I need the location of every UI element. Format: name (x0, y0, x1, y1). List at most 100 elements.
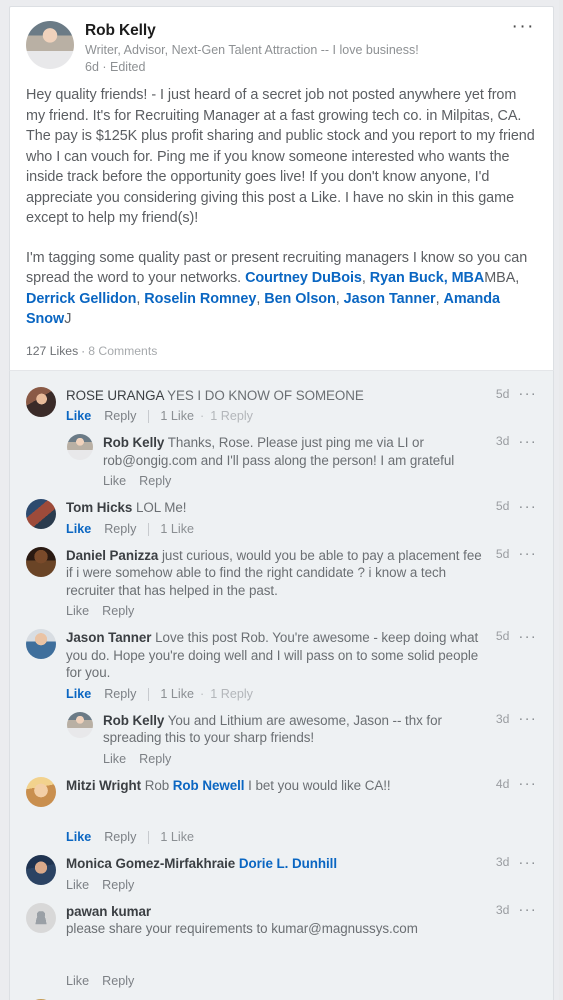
post-mention[interactable]: Jason Tanner (344, 291, 436, 307)
comment-reply-button[interactable]: Reply (139, 752, 171, 767)
post-mention[interactable]: Roselin Romney (144, 291, 256, 307)
comment-text-content: YES I DO KNOW OF SOMEONE (163, 387, 364, 403)
comment-like-count[interactable]: 1 Like (160, 830, 194, 845)
comment-more-options-button[interactable]: ··· (518, 711, 537, 726)
comment-like-button[interactable]: Like (66, 409, 91, 424)
comment-reply-button[interactable]: Reply (104, 830, 136, 845)
comment-text-content: LOL Me! (132, 500, 187, 515)
comment-text: Jason Tanner Love this post Rob. You're … (66, 629, 485, 682)
comment-text: Rob Kelly Thanks, Rose. Please just ping… (103, 434, 485, 469)
comment-like-button[interactable]: Like (103, 474, 126, 489)
comment-actions: Like Reply (66, 604, 485, 619)
comment-row: Chris Johnston I'm interestedLikeReply2d… (26, 993, 537, 1000)
comment-more-options-button[interactable]: ··· (518, 499, 537, 514)
comment-author-name[interactable]: Jason Tanner (66, 630, 152, 645)
linkedin-post-page: ··· Rob Kelly Writer, Advisor, Next-Gen … (0, 0, 563, 1000)
comment-text: Rob Kelly You and Lithium are awesome, J… (103, 712, 485, 747)
comment-meta: 3d ··· (495, 434, 537, 449)
comment-timestamp: 3d (495, 434, 510, 448)
comment-author-name[interactable]: Tom Hicks (66, 500, 132, 515)
page-scrollbar[interactable] (559, 0, 563, 1000)
comment-reply-button[interactable]: Reply (104, 522, 136, 537)
post-mention[interactable]: Derrick Gellidon (26, 291, 136, 307)
comment-like-button[interactable]: Like (103, 752, 126, 767)
comment-author-name[interactable]: pawan kumar (66, 904, 151, 919)
comment-text: Mitzi Wright Rob Rob Newell I bet you wo… (66, 777, 485, 795)
comment-author-avatar[interactable] (26, 902, 56, 933)
post-mention[interactable]: Courtney DuBois (245, 270, 362, 286)
comment-more-options-button[interactable]: ··· (518, 776, 537, 791)
comment-mention[interactable]: Rob Newell (173, 778, 245, 793)
comment-author-avatar[interactable] (26, 386, 56, 417)
comment-like-button[interactable]: Like (66, 687, 91, 702)
comment-reply-count[interactable]: 1 Reply (210, 409, 253, 424)
comment-like-button[interactable]: Like (66, 974, 89, 989)
comment-text: ROSE URANGA YES I DO KNOW OF SOMEONE (66, 387, 485, 405)
comment-author-avatar[interactable] (67, 434, 93, 460)
comment-like-count[interactable]: 1 Like (160, 687, 194, 702)
actions-divider (148, 522, 150, 536)
post-timestamp: 6d · Edited (85, 60, 146, 74)
comment-author-name[interactable]: Monica Gomez-Mirfakhraie (66, 856, 235, 871)
comment-actions: Like Reply 1 Like (66, 522, 485, 537)
comment-reply-button[interactable]: Reply (102, 974, 134, 989)
comment-like-button[interactable]: Like (66, 830, 91, 845)
comment-actions: Like Reply (103, 474, 485, 489)
comment-meta: 3d ··· (496, 902, 537, 917)
actions-dot: · (200, 409, 205, 423)
comment-reply-button[interactable]: Reply (102, 878, 134, 893)
comment-author-name[interactable]: Daniel Panizza (66, 548, 158, 563)
comment-reply-button[interactable]: Reply (139, 474, 171, 489)
comment-reply-button[interactable]: Reply (104, 687, 136, 702)
comment-author-avatar[interactable] (26, 855, 56, 885)
comment-author-avatar[interactable] (26, 776, 56, 807)
author-name[interactable]: Rob Kelly (85, 22, 537, 40)
comment-reply-button[interactable]: Reply (104, 409, 136, 424)
post-comments-count[interactable]: 8 Comments (88, 344, 157, 358)
comment-timestamp: 3d (495, 711, 510, 726)
comment-more-options-button[interactable]: ··· (518, 386, 537, 401)
comment-body: Mitzi Wright Rob Rob Newell I bet you wo… (66, 777, 537, 846)
post-mention[interactable]: Ryan Buck, MBA (370, 270, 485, 286)
post-header: Rob Kelly Writer, Advisor, Next-Gen Tale… (26, 21, 537, 75)
comment-author-avatar[interactable] (26, 629, 56, 659)
comment-reply-row: Rob Kelly Thanks, Rose. Please just ping… (26, 428, 537, 493)
comment-more-options-button[interactable]: ··· (518, 902, 537, 917)
post-more-options-button[interactable]: ··· (512, 17, 535, 36)
comment-like-count[interactable]: 1 Like (160, 522, 194, 537)
author-avatar[interactable] (26, 21, 74, 69)
comment-actions: Like Reply (103, 752, 485, 767)
post-mention[interactable]: Ben Olson (264, 291, 336, 307)
post-likes-count[interactable]: 127 Likes (26, 344, 78, 358)
comment-meta: 5d ··· (495, 629, 537, 644)
comment-reply-button[interactable]: Reply (102, 604, 134, 619)
comment-meta: 3d ··· (496, 855, 537, 870)
comment-text: pawan kumar please share your requirement… (66, 903, 485, 938)
comment-author-name[interactable]: Mitzi Wright (66, 778, 141, 793)
comment-text-after: I bet you would like CA!! (244, 777, 391, 793)
comment-more-options-button[interactable]: ··· (518, 546, 537, 561)
comment-like-count[interactable]: 1 Like (160, 409, 194, 424)
comment-more-options-button[interactable]: ··· (518, 855, 537, 870)
comment-actions: Like Reply 1 Like · 1 Reply (66, 687, 485, 702)
comment-reply-count[interactable]: 1 Reply (210, 687, 253, 702)
comment-like-button[interactable]: Like (66, 878, 89, 893)
comment-like-button[interactable]: Like (66, 522, 91, 537)
comment-timestamp: 5d (495, 629, 510, 643)
post-body: Hey quality friends! - I just heard of a… (26, 85, 537, 330)
comment-author-avatar[interactable] (26, 546, 56, 577)
comment-author-name[interactable]: Rob Kelly (103, 435, 164, 450)
comment-author-name[interactable]: ROSE URANGA (66, 388, 164, 403)
comment-row: Daniel Panizza just curious, would you b… (26, 541, 537, 624)
comment-timestamp: 5d (495, 386, 510, 401)
comment-mention[interactable]: Dorie L. Dunhill (239, 856, 337, 871)
comment-more-options-button[interactable]: ··· (518, 434, 537, 449)
comment-text: Daniel Panizza just curious, would you b… (66, 547, 485, 600)
comment-author-avatar[interactable] (26, 499, 56, 529)
comment-author-name[interactable]: Rob Kelly (103, 713, 164, 728)
comment-like-button[interactable]: Like (66, 604, 89, 619)
comment-meta: 5d ··· (496, 499, 537, 514)
post-paragraph-2: I'm tagging some quality past or present… (26, 248, 537, 330)
comment-author-avatar[interactable] (67, 711, 93, 738)
comment-more-options-button[interactable]: ··· (518, 629, 537, 644)
